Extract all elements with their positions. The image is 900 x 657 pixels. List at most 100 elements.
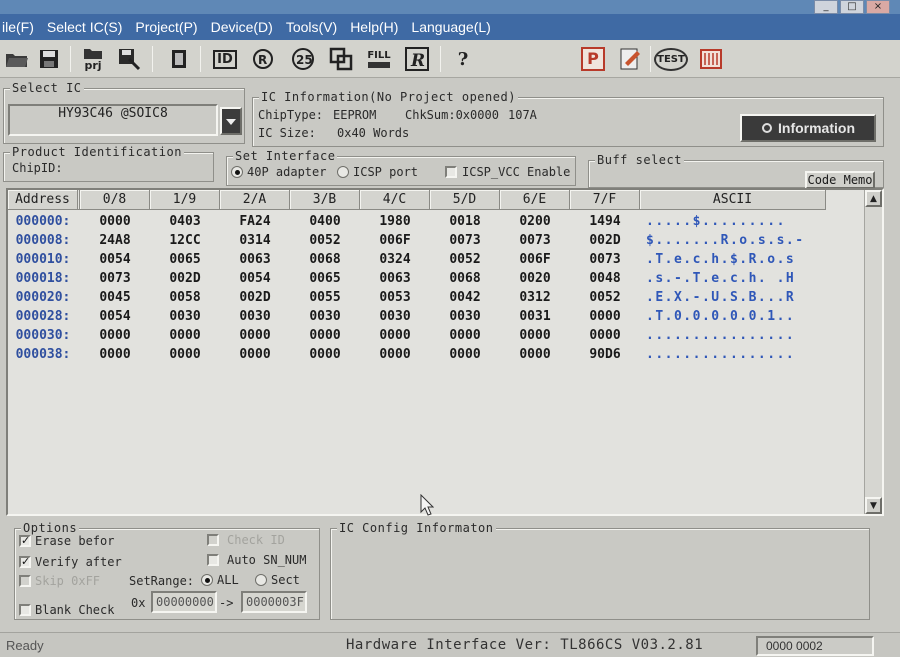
hex-data-cell[interactable]: 0000	[290, 326, 360, 345]
hex-data-cell[interactable]: 0065	[150, 250, 220, 269]
logic-test-icon[interactable]	[696, 45, 726, 73]
hex-data-cell[interactable]: 0000	[430, 326, 500, 345]
chip-icon[interactable]	[164, 45, 194, 73]
menu-project[interactable]: Project(P)	[133, 19, 208, 35]
hex-row[interactable]: 000028: 0054 0030 0030 0030 0030 0030 0031 0000.…	[8, 307, 826, 326]
hex-data-cell[interactable]: 12CC	[150, 231, 220, 250]
read-chip-icon[interactable]: R	[248, 45, 278, 73]
hex-data-cell[interactable]: 0073	[430, 231, 500, 250]
skip-0xff-box[interactable]	[19, 575, 31, 587]
hex-ascii-cell[interactable]: ................	[640, 326, 826, 345]
hex-data-cell[interactable]: 0000	[360, 326, 430, 345]
hex-ascii-cell[interactable]: ................	[640, 345, 826, 364]
hex-data-cell[interactable]: FA24	[220, 212, 290, 231]
scroll-up-icon[interactable]: ▲	[865, 190, 882, 207]
hex-data-cell[interactable]: 0000	[150, 345, 220, 364]
hex-data-cell[interactable]: 0000	[360, 345, 430, 364]
icsp-vcc-checkbox[interactable]: ICSP_VCC Enable	[445, 165, 570, 179]
ic-name-field[interactable]: HY93C46 @SOIC8	[8, 104, 218, 136]
select-ic-dropdown-button[interactable]	[220, 107, 242, 135]
hex-data-cell[interactable]: 0054	[80, 307, 150, 326]
hex-ascii-cell[interactable]: .T.e.c.h.$.R.o.s	[640, 250, 826, 269]
code-memo-button[interactable]: Code Memo	[805, 171, 875, 189]
hex-data-cell[interactable]: 0053	[360, 288, 430, 307]
hex-data-cell[interactable]: 90D6	[570, 345, 640, 364]
test-icon[interactable]: TEST	[654, 45, 688, 73]
hex-data-cell[interactable]: 0000	[220, 326, 290, 345]
check-id-box[interactable]	[207, 534, 219, 546]
open-project-icon[interactable]: prj	[78, 45, 108, 73]
hex-data-cell[interactable]: 0054	[80, 250, 150, 269]
save-project-icon[interactable]	[114, 45, 144, 73]
hex-row[interactable]: 000038: 0000 0000 0000 0000 0000 0000 0000 90D6.…	[8, 345, 826, 364]
verify-after-checkbox[interactable]: ✓ Verify after	[19, 555, 122, 569]
hex-data-cell[interactable]: 0403	[150, 212, 220, 231]
hex-data-cell[interactable]: 002D	[220, 288, 290, 307]
hex-data-cell[interactable]: 0000	[150, 326, 220, 345]
radio-40p-indicator[interactable]	[231, 166, 243, 178]
hex-data-cell[interactable]: 0052	[290, 231, 360, 250]
save-icon[interactable]	[34, 45, 64, 73]
read-icon[interactable]: R	[402, 45, 432, 73]
erase-before-box[interactable]: ✓	[19, 535, 31, 547]
hex-data-cell[interactable]: 0055	[290, 288, 360, 307]
hex-data-cell[interactable]: 0052	[570, 288, 640, 307]
erase-before-checkbox[interactable]: ✓ Erase befor	[19, 534, 114, 548]
hex-data-cell[interactable]: 006F	[360, 231, 430, 250]
hex-data-cell[interactable]: 0058	[150, 288, 220, 307]
hex-data-cell[interactable]: 0052	[430, 250, 500, 269]
hex-row[interactable]: 000010: 0054 0065 0063 0068 0324 0052 006F 0073.…	[8, 250, 826, 269]
hex-data-cell[interactable]: 24A8	[80, 231, 150, 250]
hex-ascii-cell[interactable]: .E.X.-.U.S.B...R	[640, 288, 826, 307]
hex-data-cell[interactable]: 0068	[290, 250, 360, 269]
information-button[interactable]: Information	[740, 114, 876, 142]
copy-icon[interactable]	[326, 45, 356, 73]
hex-data-cell[interactable]: 0068	[430, 269, 500, 288]
menu-language[interactable]: Language(L)	[409, 19, 501, 35]
hex-data-cell[interactable]: 0065	[290, 269, 360, 288]
hex-data-cell[interactable]: 0030	[360, 307, 430, 326]
hex-data-cell[interactable]: 0400	[290, 212, 360, 231]
hex-data-cell[interactable]: 0042	[430, 288, 500, 307]
range-sect-radio[interactable]: Sect	[255, 573, 300, 587]
hex-data-cell[interactable]: 0030	[150, 307, 220, 326]
hex-data-cell[interactable]: 0200	[500, 212, 570, 231]
skip-0xff-checkbox[interactable]: Skip 0xFF	[19, 574, 100, 588]
hex-data-cell[interactable]: 0000	[80, 326, 150, 345]
close-button[interactable]: ×	[866, 0, 890, 14]
hex-data-cell[interactable]: 0020	[500, 269, 570, 288]
hex-ascii-cell[interactable]: .T.0.0.0.0.0.1..	[640, 307, 826, 326]
help-icon[interactable]: ?	[448, 45, 478, 73]
hex-data-cell[interactable]: 002D	[150, 269, 220, 288]
hex-row[interactable]: 000008: 24A8 12CC 0314 0052 006F 0073 0073 002D $…	[8, 231, 826, 250]
auto-sn-checkbox[interactable]: Auto SN_NUM	[207, 553, 306, 567]
menu-help[interactable]: Help(H)	[348, 19, 409, 35]
hex-buffer-grid[interactable]: Address 0/8 1/9 2/A 3/B 4/C 5/D 6/E 7/F …	[6, 188, 884, 516]
verify-icon[interactable]: 25	[288, 45, 318, 73]
hex-data-cell[interactable]: 0030	[430, 307, 500, 326]
hex-data-cell[interactable]: 0063	[360, 269, 430, 288]
auto-sn-box[interactable]	[207, 554, 219, 566]
hex-data-cell[interactable]: 0000	[570, 307, 640, 326]
hex-data-cell[interactable]: 0324	[360, 250, 430, 269]
hex-data-cell[interactable]: 0312	[500, 288, 570, 307]
range-all-radio[interactable]: ALL	[201, 573, 239, 587]
hex-data-cell[interactable]: 0000	[430, 345, 500, 364]
menu-tools[interactable]: Tools(V)	[284, 19, 348, 35]
hex-data-cell[interactable]: 0054	[220, 269, 290, 288]
hex-row[interactable]: 000000: 0000 0403 FA24 0400 1980 0018 0200 1494.…	[8, 212, 826, 231]
hex-data-cell[interactable]: 1980	[360, 212, 430, 231]
hex-row[interactable]: 000030: 0000 0000 0000 0000 0000 0000 0000 0000.…	[8, 326, 826, 345]
hex-data-cell[interactable]: 0063	[220, 250, 290, 269]
hex-data-cell[interactable]: 0031	[500, 307, 570, 326]
hex-data-cell[interactable]: 0030	[220, 307, 290, 326]
hex-row[interactable]: 000020: 0045 0058 002D 0055 0053 0042 0312 0052.…	[8, 288, 826, 307]
hex-data-cell[interactable]: 0073	[500, 231, 570, 250]
icsp-vcc-box[interactable]	[445, 166, 457, 178]
hex-data-cell[interactable]: 0000	[80, 212, 150, 231]
range-all-indicator[interactable]	[201, 574, 213, 586]
hex-data-cell[interactable]: 0000	[570, 326, 640, 345]
menu-select-ic[interactable]: Select IC(S)	[45, 19, 133, 35]
range-to-field[interactable]: 0000003F	[241, 591, 307, 613]
hex-data-cell[interactable]: 0000	[220, 345, 290, 364]
